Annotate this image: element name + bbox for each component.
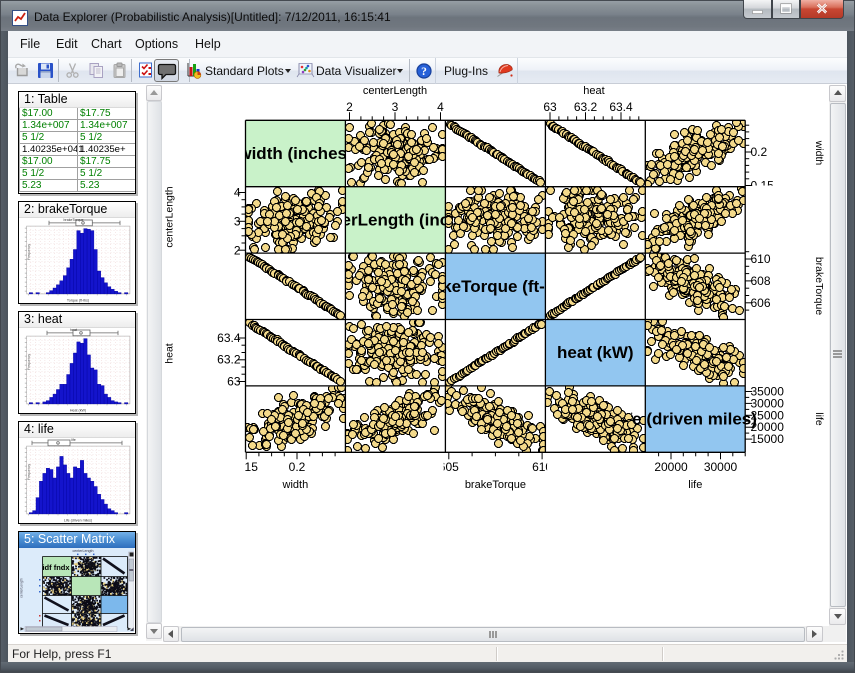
svg-text:idf fndx: idf fndx [42,563,70,572]
svg-text:Heat (kW): Heat (kW) [70,408,86,412]
svg-text:heat: heat [70,328,77,332]
svg-text:brakeTorque: brakeTorque [64,218,84,222]
svg-text:Frequency: Frequency [27,354,31,370]
svg-text:Frequency: Frequency [27,244,31,260]
svg-text:centerLength: centerLength [73,549,94,553]
svg-text:?: ? [421,66,427,78]
svg-text:life: life [71,438,76,442]
svg-text:Torque (ft-lbs): Torque (ft-lbs) [67,298,89,302]
svg-text:Frequency: Frequency [27,464,31,480]
svg-text:centerLength: centerLength [20,578,24,598]
svg-text:Life (driven miles): Life (driven miles) [64,518,92,522]
